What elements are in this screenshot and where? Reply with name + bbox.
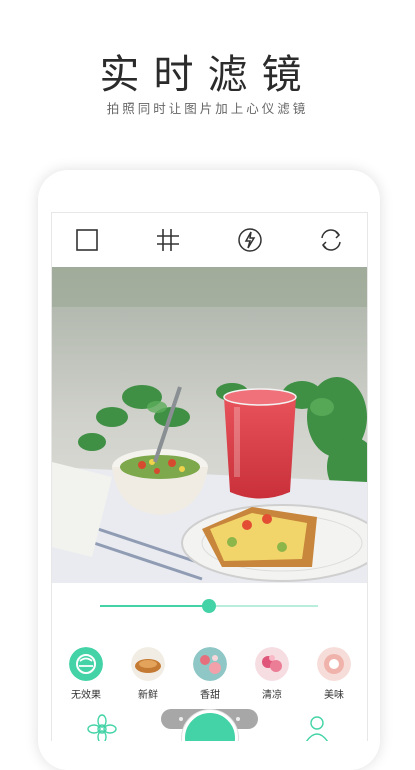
filter-item-fresh[interactable]: 新鲜 — [123, 647, 173, 701]
filter-cool-thumbnail — [255, 647, 289, 681]
filter-intensity-slider[interactable] — [100, 599, 318, 613]
filter-tasty-thumbnail — [317, 647, 351, 681]
filter-label: 香甜 — [200, 690, 220, 701]
filter-list: 无效果 新鲜 香甜 清凉 美味 — [52, 647, 367, 703]
slider-fill — [100, 605, 209, 607]
filter-label: 美味 — [324, 690, 344, 701]
hero-title: 实时滤镜 — [99, 52, 316, 98]
flash-icon[interactable] — [237, 227, 263, 253]
people-icon[interactable] — [302, 714, 332, 741]
hero-subtitle: 拍照同时让图片加上心仪滤镜 — [106, 101, 309, 116]
filter-item-sweet[interactable]: 香甜 — [185, 647, 235, 701]
camera-preview-photo — [52, 267, 367, 583]
bottom-nav — [52, 708, 367, 741]
switch-camera-icon[interactable] — [318, 227, 344, 253]
page-dot — [179, 717, 183, 721]
filter-label: 新鲜 — [138, 690, 158, 701]
filter-item-tasty[interactable]: 美味 — [309, 647, 359, 701]
slider-thumb[interactable] — [202, 599, 216, 613]
filter-label: 无效果 — [71, 690, 101, 701]
filter-item-cool[interactable]: 清凉 — [247, 647, 297, 701]
filter-fresh-thumbnail — [131, 647, 165, 681]
app-screen: 无效果 新鲜 香甜 清凉 美味 — [51, 212, 368, 741]
flower-icon[interactable] — [87, 714, 117, 741]
filter-item-none[interactable]: 无效果 — [61, 647, 111, 701]
filter-sweet-thumbnail — [193, 647, 227, 681]
camera-toolbar — [52, 213, 367, 267]
page-dot — [236, 717, 240, 721]
filter-none-icon — [69, 647, 103, 681]
filter-label: 清凉 — [262, 690, 282, 701]
crop-grid-icon[interactable] — [155, 227, 181, 253]
square-ratio-icon[interactable] — [74, 227, 100, 253]
